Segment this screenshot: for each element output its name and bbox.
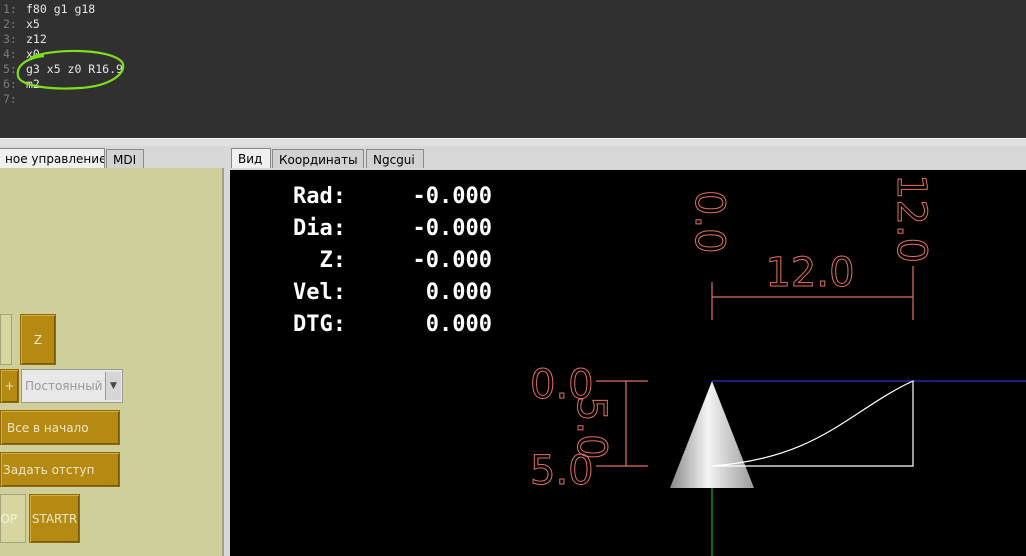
z-length-label: 12.0 xyxy=(765,250,854,296)
set-offset-button[interactable]: Задать отступ xyxy=(0,452,120,487)
home-all-button[interactable]: Все в начало xyxy=(0,410,120,445)
gcode-editor[interactable]: 1: f80 g1 g18 2: x5 3: z12 4: x0 5: g3 x5 z0 … xyxy=(0,0,1026,139)
tab-ngcgui[interactable]: Ngcgui xyxy=(366,149,424,168)
toolpath-preview-canvas[interactable]: Rad: -0.000 Dia: -0.000 Z: -0.000 Vel: 0… xyxy=(230,170,1026,556)
z-dimension: 12.0 0.0 12.0 xyxy=(686,174,935,320)
toolpath xyxy=(711,380,914,467)
jog-mode-select[interactable]: Постоянный ▼ xyxy=(21,369,123,403)
z-start-label: 0.0 xyxy=(686,190,732,254)
z-axis-button[interactable]: Z xyxy=(20,314,56,365)
stop-button[interactable]: OP xyxy=(0,494,26,543)
preview-panel: Вид Координаты Ngcgui Rad: -0.000 Dia: -… xyxy=(226,146,1026,556)
jog-plus-button[interactable]: + xyxy=(0,369,19,403)
start-button[interactable]: STARTR xyxy=(29,494,80,543)
tab-mdi[interactable]: MDI xyxy=(106,149,144,168)
manual-control-panel: ное управление MDI Z + Постоянный ▼ Все … xyxy=(0,146,226,556)
x-axis-button[interactable] xyxy=(0,314,12,365)
tab-manual-control[interactable]: ное управление xyxy=(0,148,105,168)
highlight-annotation xyxy=(16,49,125,90)
toolpath-drawing: 12.0 0.0 12.0 0.0 5.0 5.0 xyxy=(530,174,1026,556)
tool-cone xyxy=(670,381,754,488)
x-dimension: 0.0 5.0 5.0 xyxy=(530,362,648,495)
tab-coordinates[interactable]: Координаты xyxy=(272,149,364,168)
x-length-label: 5.0 xyxy=(568,396,614,460)
z-end-label: 12.0 xyxy=(888,174,934,263)
chevron-down-icon[interactable]: ▼ xyxy=(105,372,121,400)
tab-view[interactable]: Вид xyxy=(231,148,271,168)
